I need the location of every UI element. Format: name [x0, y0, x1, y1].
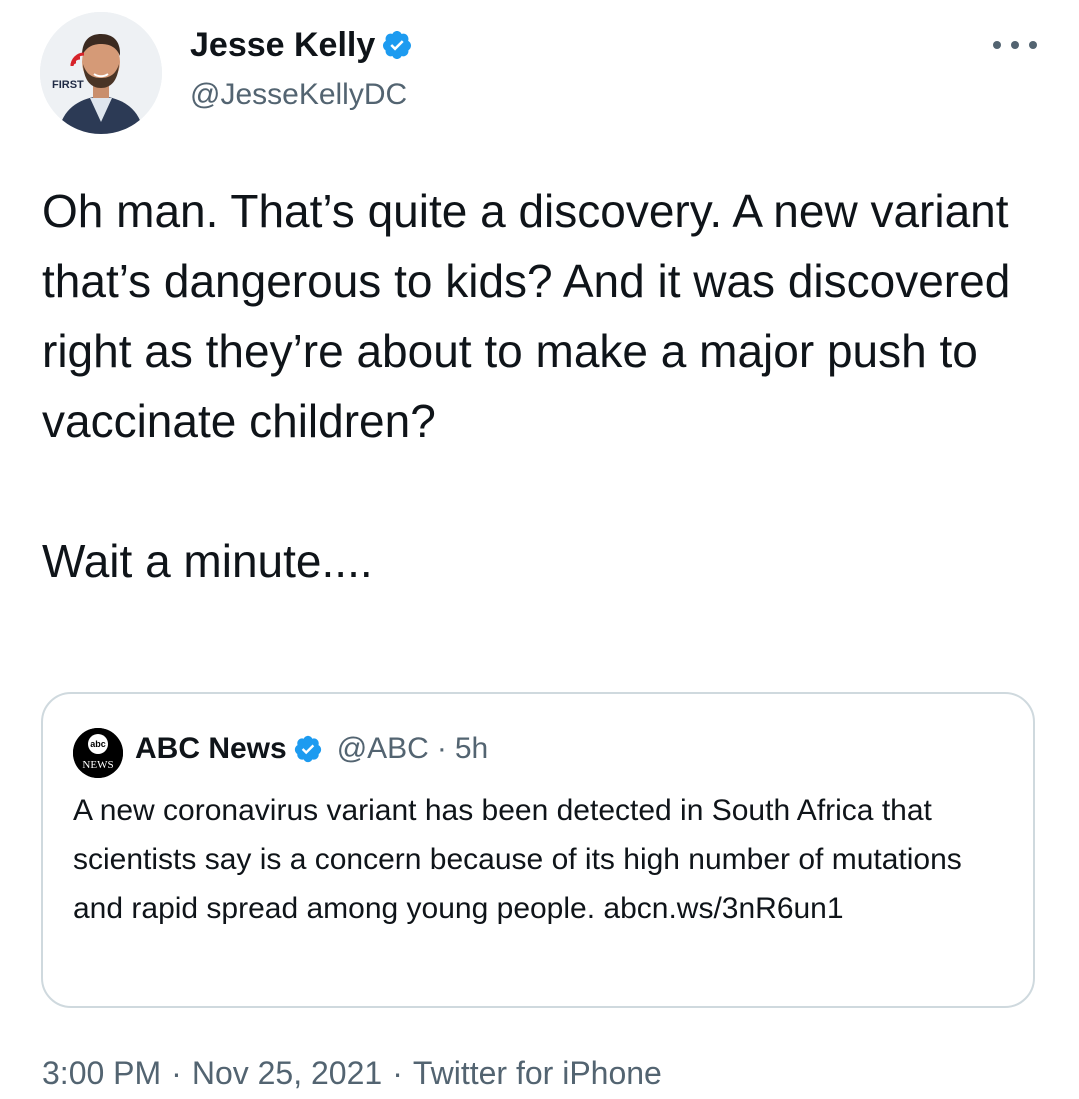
more-dot — [993, 41, 1001, 49]
avatar-badge-text: FIRST — [52, 79, 84, 91]
more-dot — [1029, 41, 1037, 49]
verified-badge-icon — [381, 29, 413, 61]
abc-logo-text: abc — [90, 739, 106, 749]
tweet-time[interactable]: 3:00 PM — [42, 1055, 161, 1091]
quoted-tweet-card[interactable]: abc NEWS ABC News @ABC · 5h A new corona… — [41, 692, 1035, 1008]
author-name-text[interactable]: Jesse Kelly — [190, 24, 375, 66]
meta-separator: · — [392, 1055, 403, 1091]
tweet-source[interactable]: Twitter for iPhone — [413, 1055, 662, 1091]
author-display-name[interactable]: Jesse Kelly — [190, 24, 413, 66]
avatar-badge: FIRST — [52, 50, 92, 91]
news-logo-text: NEWS — [82, 759, 113, 771]
author-handle[interactable]: @JesseKellyDC — [190, 76, 407, 114]
quoted-tweet-header: ABC News @ABC · 5h — [135, 728, 488, 770]
meta-separator: · — [171, 1055, 182, 1091]
more-dot — [1011, 41, 1019, 49]
quoted-timestamp[interactable]: 5h — [455, 732, 488, 766]
quoted-tweet-text: A new coronavirus variant has been detec… — [73, 794, 962, 925]
quoted-author-name[interactable]: ABC News — [135, 732, 287, 766]
tweet-text: Oh man. That’s quite a discovery. A new … — [42, 185, 1011, 587]
tweet-meta: 3:00 PM · Nov 25, 2021 · Twitter for iPhone — [42, 1053, 662, 1093]
tweet-date[interactable]: Nov 25, 2021 — [192, 1055, 382, 1091]
verified-badge-icon — [293, 734, 323, 764]
quoted-author-avatar[interactable]: abc NEWS — [73, 728, 123, 778]
first-logo-icon — [70, 52, 85, 67]
quoted-author-handle[interactable]: @ABC — [337, 732, 429, 766]
quoted-separator: · — [436, 732, 447, 765]
more-options-icon[interactable] — [993, 30, 1037, 60]
